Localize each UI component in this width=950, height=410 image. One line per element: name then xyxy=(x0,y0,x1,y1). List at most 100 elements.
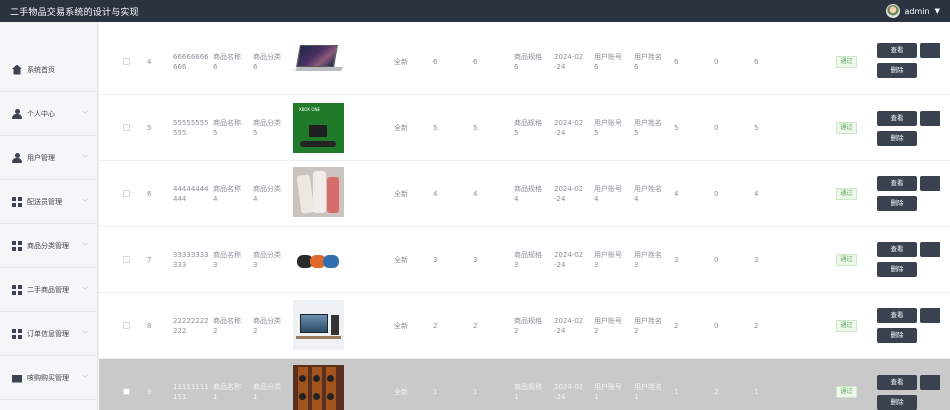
sidebar-item-home[interactable]: 系统首页 xyxy=(0,48,98,92)
user-name: 用户姓名 3 xyxy=(634,251,662,269)
chevron-down-icon: ﹀ xyxy=(81,331,88,338)
goods-category: 商品分类 5 xyxy=(253,119,281,137)
publish-date: 2024-02 -24 xyxy=(554,185,584,203)
row-checkbox[interactable] xyxy=(123,322,130,329)
goods-spec: 商品规格 3 xyxy=(514,251,542,269)
delete-button[interactable]: 删除 xyxy=(877,395,917,410)
table-row: 4 66666666 666 商品名称 6 商品分类 6 全新 6 6 商品规格 6 2… xyxy=(99,29,950,95)
goods-value: 4 xyxy=(473,190,478,198)
row-checkbox[interactable] xyxy=(123,388,130,395)
edit-button[interactable] xyxy=(920,176,940,191)
view-button[interactable]: 查看 xyxy=(877,375,917,390)
view-button[interactable]: 查看 xyxy=(877,43,917,58)
sidebar-item-label: 二手商品管理 xyxy=(27,285,69,294)
goods-spec: 商品规格 2 xyxy=(514,317,542,335)
user-name: 用户姓名 2 xyxy=(634,317,662,335)
view-button[interactable]: 查看 xyxy=(877,308,917,323)
user-account: 用户账号 6 xyxy=(594,53,622,71)
goods-value: 0 xyxy=(714,256,719,264)
row-checkbox[interactable] xyxy=(123,58,130,65)
goods-value: 6 xyxy=(473,58,478,66)
goods-value: 3 xyxy=(754,256,759,264)
user-icon xyxy=(12,152,22,163)
edit-button[interactable] xyxy=(920,308,940,323)
goods-condition: 全新 xyxy=(394,190,408,198)
sidebar-item-label: 系统首页 xyxy=(27,65,55,74)
delete-button[interactable]: 删除 xyxy=(877,63,917,78)
goods-value: 0 xyxy=(714,58,719,66)
sidebar: 系统首页 个人中心 ﹀ 用户管理 ﹀ 配送员管理 ﹀ 商品分类管理 ﹀ 二手商品… xyxy=(0,22,98,410)
goods-value: 2 xyxy=(433,322,438,330)
goods-value: 5 xyxy=(473,124,478,132)
goods-value: 0 xyxy=(714,322,719,330)
status-badge: 通过 xyxy=(836,320,857,332)
chevron-down-icon: ▼ xyxy=(934,7,940,15)
table-row: 7 33333333 333 商品名称 3 商品分类 3 全新 3 3 商品规格 3 2… xyxy=(99,227,950,293)
goods-value: 1 xyxy=(674,388,679,396)
delete-button[interactable]: 删除 xyxy=(877,196,917,211)
row-checkbox[interactable] xyxy=(123,256,130,263)
chevron-down-icon: ﹀ xyxy=(81,111,88,118)
user-name: 用户姓名 6 xyxy=(634,53,662,71)
sidebar-item-orders[interactable]: 订单信息管理 ﹀ xyxy=(0,312,98,356)
user-menu[interactable]: admin ▼ xyxy=(885,4,940,18)
publish-date: 2024-02 -24 xyxy=(554,119,584,137)
goods-name: 商品名称 2 xyxy=(213,317,241,335)
goods-category: 商品分类 6 xyxy=(253,53,281,71)
goods-value: 2 xyxy=(473,322,478,330)
row-checkbox[interactable] xyxy=(123,124,130,131)
goods-table: 4 66666666 666 商品名称 6 商品分类 6 全新 6 6 商品规格 6 2… xyxy=(99,22,950,410)
sidebar-item-couriers[interactable]: 配送员管理 ﹀ xyxy=(0,180,98,224)
goods-name: 商品名称 4 xyxy=(213,185,241,203)
goods-spec: 商品规格 1 xyxy=(514,383,542,401)
bag-icon xyxy=(12,375,22,383)
delete-button[interactable]: 删除 xyxy=(877,328,917,343)
grid-icon xyxy=(12,328,22,339)
sidebar-item-users[interactable]: 用户管理 ﹀ xyxy=(0,136,98,180)
view-button[interactable]: 查看 xyxy=(877,176,917,191)
goods-image xyxy=(293,167,344,217)
goods-value: 3 xyxy=(473,256,478,264)
sidebar-item-profile[interactable]: 个人中心 ﹀ xyxy=(0,92,98,136)
goods-value: 0 xyxy=(714,124,719,132)
goods-condition: 全新 xyxy=(394,256,408,264)
goods-name: 商品名称 1 xyxy=(213,383,241,401)
user-account: 用户账号 1 xyxy=(594,383,622,401)
goods-value: 6 xyxy=(674,58,679,66)
delete-button[interactable]: 删除 xyxy=(877,131,917,146)
edit-button[interactable] xyxy=(920,111,940,126)
goods-value: 6 xyxy=(754,58,759,66)
edit-button[interactable] xyxy=(920,375,940,390)
sidebar-item-purchases[interactable]: 咳购购买管理 ﹀ xyxy=(0,356,98,400)
thumb-logo-text: XBOX ONE xyxy=(299,107,320,112)
goods-value: 4 xyxy=(433,190,438,198)
publish-date: 2024-02 -24 xyxy=(554,383,584,401)
row-index: 9 xyxy=(147,388,152,396)
row-checkbox[interactable] xyxy=(123,190,130,197)
goods-value: 1 xyxy=(433,388,438,396)
chevron-down-icon: ﹀ xyxy=(81,243,88,250)
status-badge: 通过 xyxy=(836,122,857,134)
sidebar-item-categories[interactable]: 商品分类管理 ﹀ xyxy=(0,224,98,268)
edit-button[interactable] xyxy=(920,242,940,257)
view-button[interactable]: 查看 xyxy=(877,242,917,257)
table-row: 5 55555555 555 商品名称 5 商品分类 5 XBOX ONE 全新 5 … xyxy=(99,95,950,161)
chevron-down-icon: ﹀ xyxy=(81,155,88,162)
sidebar-item-label: 个人中心 xyxy=(27,109,55,118)
delete-button[interactable]: 删除 xyxy=(877,262,917,277)
user-name: 用户姓名 5 xyxy=(634,119,662,137)
goods-code: 44444444 444 xyxy=(173,185,209,203)
goods-image xyxy=(293,37,344,87)
edit-button[interactable] xyxy=(920,43,940,58)
goods-condition: 全新 xyxy=(394,388,408,396)
sidebar-item-goods[interactable]: 二手商品管理 ﹀ xyxy=(0,268,98,312)
username-label: admin xyxy=(904,6,930,16)
view-button[interactable]: 查看 xyxy=(877,111,917,126)
chevron-down-icon: ﹀ xyxy=(81,287,88,294)
sidebar-item-label: 订单信息管理 xyxy=(27,329,69,338)
goods-code: 66666666 666 xyxy=(173,53,209,71)
top-bar: 二手物品交易系统的设计与实现 admin ▼ xyxy=(0,0,950,22)
home-icon xyxy=(12,64,22,75)
goods-value: 6 xyxy=(433,58,438,66)
row-index: 4 xyxy=(147,58,152,66)
